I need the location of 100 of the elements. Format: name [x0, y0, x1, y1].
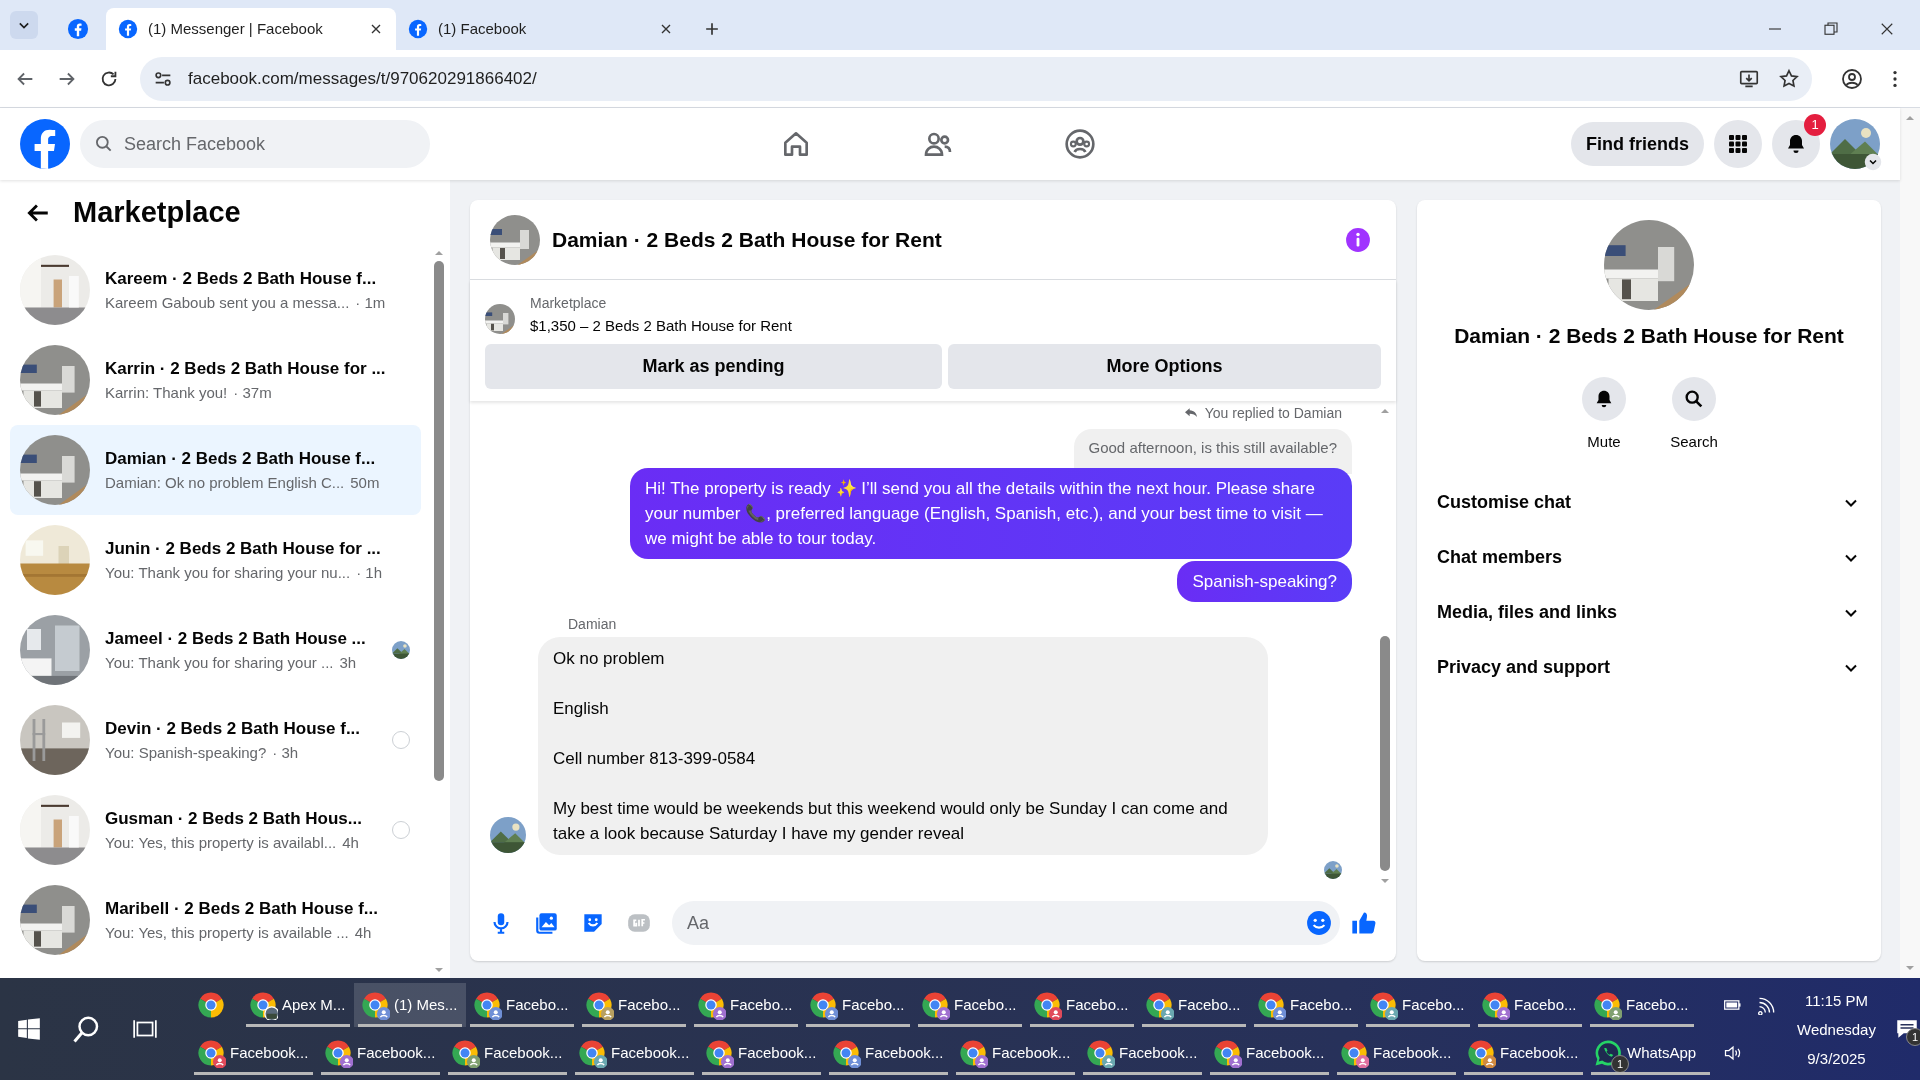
- browser-icon: [920, 990, 950, 1020]
- taskbar-label: Facebo...: [506, 994, 569, 1015]
- sent-message: Spanish-speaking?: [1177, 560, 1352, 602]
- taskbar-button[interactable]: 1 WhatsApp: [1587, 1031, 1714, 1075]
- conversation-item[interactable]: Jameel · 2 Beds 2 Bath House ... You: Thank you for sharing your ... 3h: [10, 605, 421, 695]
- browser-tab[interactable]: (1) Facebook: [396, 8, 686, 50]
- address-bar[interactable]: facebook.com/messages/t/970620291866402/: [140, 56, 1812, 101]
- taskbar-button[interactable]: Facebook...: [571, 1031, 698, 1075]
- clock[interactable]: 11:15 PM Wednesday 9/3/2025: [1797, 985, 1876, 1073]
- conversation-item[interactable]: Damian · 2 Beds 2 Bath House f... Damian: Ok no problem English C... 50m: [10, 425, 421, 515]
- conversation-item[interactable]: Kareem · 2 Beds 2 Bath House f... Kareem Gaboub sent you a messa... · 1m: [10, 245, 421, 335]
- taskbar-button[interactable]: Facebo...: [1474, 983, 1586, 1027]
- volume-icon[interactable]: [1723, 1043, 1743, 1063]
- chat-title: Damian · 2 Beds 2 Bath House for Rent: [552, 226, 942, 253]
- taskbar-button[interactable]: Facebo...: [914, 983, 1026, 1027]
- taskbar-button[interactable]: Facebook...: [317, 1031, 444, 1075]
- taskbar-button[interactable]: Facebo...: [1250, 983, 1362, 1027]
- browser-icon: [1085, 1038, 1115, 1068]
- taskbar-label: Facebook...: [1500, 1042, 1579, 1063]
- taskbar-button[interactable]: Facebo...: [466, 983, 578, 1027]
- browser-icon: [1480, 990, 1510, 1020]
- search-button[interactable]: [1672, 376, 1716, 421]
- restore-icon[interactable]: [1822, 20, 1840, 38]
- taskbar-button[interactable]: Facebo...: [1138, 983, 1250, 1027]
- listing-action-button[interactable]: More Options: [948, 344, 1381, 389]
- notifications-button[interactable]: [1772, 120, 1820, 168]
- browser-icon: [577, 1038, 607, 1068]
- taskbar-label: WhatsApp: [1627, 1042, 1697, 1063]
- find-friends-button[interactable]: Find friends: [1571, 122, 1704, 166]
- conversation-name: Jameel · 2 Beds 2 Bath House ...: [105, 628, 366, 650]
- taskbar-button[interactable]: Facebook...: [1460, 1031, 1587, 1075]
- details-section[interactable]: Customise chat: [1425, 475, 1873, 530]
- conversation-item[interactable]: Maribell · 2 Beds 2 Bath House f... You: Yes, this property is available ... 4h: [10, 875, 421, 965]
- taskbar-label: Facebo...: [1066, 994, 1129, 1015]
- sender-name: Damian: [568, 614, 618, 634]
- browser-icon: [584, 990, 614, 1020]
- emoji-icon[interactable]: [1306, 910, 1332, 936]
- message-input[interactable]: Aa: [672, 901, 1340, 945]
- taskbar-label: Facebo...: [954, 994, 1017, 1015]
- groups-icon[interactable]: [1064, 128, 1096, 160]
- details-section[interactable]: Chat members: [1425, 530, 1873, 585]
- browser-icon: [1144, 990, 1174, 1020]
- taskbar-button[interactable]: Apex M...: [242, 983, 354, 1027]
- wifi-icon[interactable]: [1757, 995, 1777, 1015]
- message-time: 50m: [350, 473, 380, 493]
- taskbar-label: Facebo...: [618, 994, 681, 1015]
- taskbar-button[interactable]: (1) Mes...: [354, 983, 466, 1027]
- taskbar-button[interactable]: Facebook...: [190, 1031, 317, 1075]
- taskbar-button[interactable]: Facebo...: [578, 983, 690, 1027]
- taskbar-button[interactable]: Facebook...: [444, 1031, 571, 1075]
- taskbar-button[interactable]: Facebo...: [1362, 983, 1474, 1027]
- conversation-name: Karrin · 2 Beds 2 Bath House for ...: [105, 358, 386, 380]
- taskbar-button[interactable]: Facebook...: [1333, 1031, 1460, 1075]
- conversation-name: Gusman · 2 Beds 2 Bath Hous...: [105, 808, 362, 830]
- listing-action-button[interactable]: Mark as pending: [485, 344, 942, 389]
- taskbar-label: Facebook...: [1373, 1042, 1452, 1063]
- conversation-item[interactable]: Karrin · 2 Beds 2 Bath House for ... Karrin: Thank you! · 37m: [10, 335, 421, 425]
- browser-icon: [472, 990, 502, 1020]
- reply-note: You replied to Damian: [1204, 404, 1342, 423]
- facebook-logo-icon[interactable]: [20, 119, 70, 169]
- taskbar-button[interactable]: Facebo...: [690, 983, 802, 1027]
- count-badge: 1: [1905, 1028, 1920, 1046]
- taskbar-button[interactable]: Facebo...: [802, 983, 914, 1027]
- image-icon[interactable]: [534, 910, 560, 936]
- taskbar-button[interactable]: Facebo...: [1026, 983, 1138, 1027]
- notification-badge: 1: [1804, 114, 1826, 136]
- tab-title: (1) Messenger | Facebook: [148, 18, 324, 39]
- grid-icon: [1726, 132, 1750, 156]
- taskbar-button[interactable]: Facebook...: [1206, 1031, 1333, 1075]
- taskbar-button[interactable]: Facebook...: [698, 1031, 825, 1075]
- conversation-item[interactable]: Devin · 2 Beds 2 Bath House f... You: Spanish-speaking? · 3h: [10, 695, 421, 785]
- info-icon[interactable]: [1345, 226, 1371, 253]
- sidebar-title: Marketplace: [73, 194, 241, 230]
- details-section[interactable]: Privacy and support: [1425, 640, 1873, 695]
- chat-app-icon: [1593, 1038, 1623, 1068]
- taskbar-button[interactable]: Facebo...: [1586, 983, 1698, 1027]
- taskbar-button[interactable]: Facebook...: [1079, 1031, 1206, 1075]
- taskbar-label: Facebook...: [357, 1042, 436, 1063]
- tab-list-icon[interactable]: [10, 11, 38, 39]
- start-icon[interactable]: [16, 1016, 42, 1042]
- chevron-down-icon[interactable]: [1864, 153, 1882, 171]
- message-line: My best time would be weekends but this weekend would only be Sunday I can come and take a look because Saturday I have my gender reveal: [553, 797, 1229, 845]
- taskbar-button[interactable]: Facebook...: [825, 1031, 952, 1075]
- taskbar-button[interactable]: Facebook...: [952, 1031, 1079, 1075]
- message-time: · 3h: [272, 743, 299, 763]
- bookmark-star-icon[interactable]: [1778, 67, 1800, 90]
- search-field[interactable]: Search Facebook: [80, 120, 430, 168]
- taskbar-label: Facebo...: [842, 994, 905, 1015]
- browser-icon: [958, 1038, 988, 1068]
- menu-button[interactable]: [1714, 120, 1762, 168]
- section-label: Customise chat: [1437, 491, 1573, 514]
- browser-tab[interactable]: (1) Messenger | Facebook: [106, 8, 396, 50]
- message-line: Cell number 813-399-0584: [553, 747, 757, 770]
- mute-button[interactable]: [1582, 376, 1626, 421]
- conversation-item[interactable]: Gusman · 2 Beds 2 Bath Hous... You: Yes, this property is availabl... 4h: [10, 785, 421, 875]
- taskbar-label: Facebo...: [1626, 994, 1689, 1015]
- conversation-item[interactable]: Junin · 2 Beds 2 Bath House for ... You: Thank you for sharing your nu... · 1h: [10, 515, 421, 605]
- profile-icon[interactable]: [1840, 66, 1864, 91]
- details-section[interactable]: Media, files and links: [1425, 585, 1873, 640]
- taskbar-label: Facebo...: [1402, 994, 1465, 1015]
